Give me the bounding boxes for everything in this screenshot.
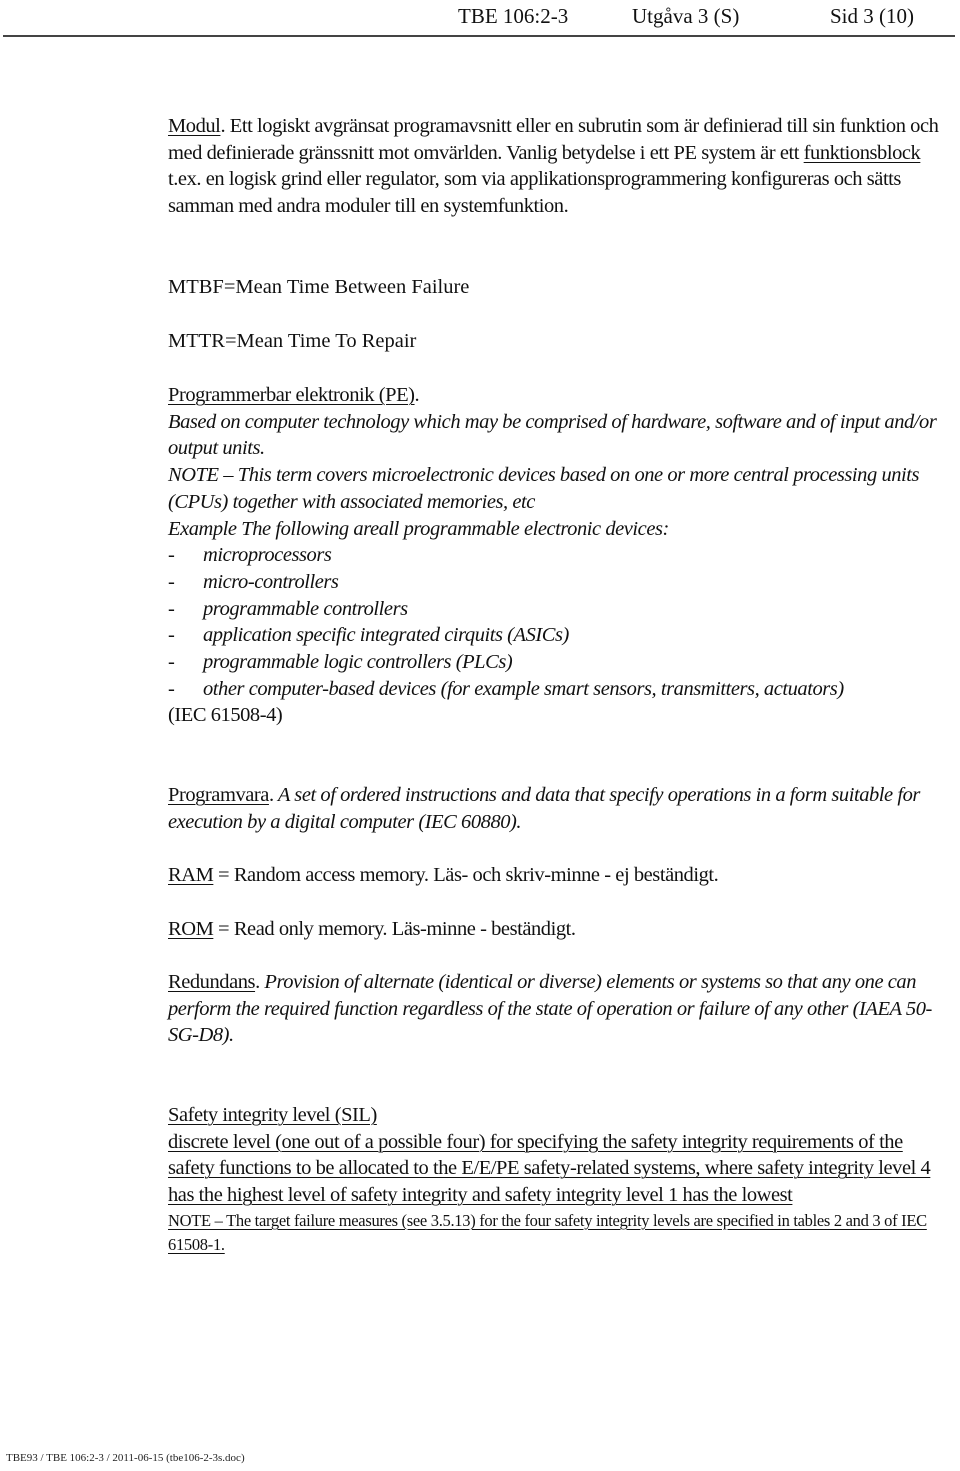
definition-mtbf: MTBF=Mean Time Between Failure xyxy=(168,276,470,298)
list-item: - application specific integrated cirquit… xyxy=(168,622,948,649)
list-item: - other computer-based devices (for examp… xyxy=(168,676,883,703)
term-ram: RAM xyxy=(168,864,214,886)
list-dash: - xyxy=(168,651,175,674)
sil-definition: discrete level (one out of a possible fo… xyxy=(168,1130,931,1207)
rom-definition: = Read only memory. Läs-minne - beständi… xyxy=(213,918,576,940)
term-rom: ROM xyxy=(168,918,214,940)
header-divider xyxy=(3,35,955,37)
list-dash: - xyxy=(168,570,175,593)
list-item-text: programmable logic controllers (PLCs) xyxy=(203,651,513,674)
list-item-text: application specific integrated cirquits… xyxy=(203,624,569,647)
list-item-text: other computer-based devices (for exampl… xyxy=(203,677,844,700)
term-pe: Programmerbar elektronik (PE) xyxy=(168,384,415,406)
pe-definition: Based on computer technology which may b… xyxy=(168,410,937,460)
term-programvara: Programvara xyxy=(168,784,269,806)
definition-mttr: MTTR=Mean Time To Repair xyxy=(168,330,417,352)
sil-title: Safety integrity level (SIL) xyxy=(168,1104,377,1126)
definition-programvara: Programvara. A set of ordered instructio… xyxy=(168,782,948,835)
page-footer: TBE93 / TBE 106:2-3 / 2011-06-15 (tbe106… xyxy=(6,1452,245,1464)
header-document-id: TBE 106:2-3 xyxy=(458,4,569,28)
list-dash: - xyxy=(168,544,175,567)
list-item: - micro-controllers xyxy=(168,569,948,596)
definition-redundans: Redundans. Provision of alternate (ident… xyxy=(168,969,948,1049)
list-item-text: micro-controllers xyxy=(203,570,339,593)
ram-definition: = Random access memory. Läs- och skriv-m… xyxy=(213,864,719,886)
term-redundans: Redundans xyxy=(168,971,256,993)
programvara-definition: A set of ordered instructions and data t… xyxy=(168,784,920,833)
definition-sil: Safety integrity level (SIL) discrete le… xyxy=(168,1102,948,1257)
header-page-number: Sid 3 (10) xyxy=(830,4,914,28)
list-dash: - xyxy=(168,677,175,700)
list-dash: - xyxy=(168,597,175,620)
list-item: - programmable logic controllers (PLCs) xyxy=(168,649,948,676)
list-item: - programmable controllers xyxy=(168,596,948,623)
definition-modul: Modul. Ett logiskt avgränsat programavsn… xyxy=(168,113,948,220)
pe-example-list: - microprocessors - micro-controllers - pro… xyxy=(168,542,948,702)
redundans-definition: Provision of alternate (identical or div… xyxy=(168,971,932,1047)
list-item-text: microprocessors xyxy=(203,544,332,567)
sil-note: NOTE – The target failure measures (see … xyxy=(168,1210,927,1254)
modul-text-2: t.ex. en logisk grind eller regulator, s… xyxy=(168,168,901,218)
pe-example-intro: Example The following areall programmabl… xyxy=(168,517,669,540)
pe-term-period: . xyxy=(414,384,420,406)
list-item: - microprocessors xyxy=(168,542,948,569)
definition-pe: Programmerbar elektronik (PE). Based on … xyxy=(168,382,948,729)
term-funktionsblock: funktionsblock xyxy=(803,141,921,164)
list-dash: - xyxy=(168,624,175,647)
list-item-text: programmable controllers xyxy=(203,597,408,620)
term-modul: Modul xyxy=(168,115,221,137)
pe-heading: Programmerbar elektronik (PE). xyxy=(168,382,948,409)
definition-ram: RAM = Random access memory. Läs- och skr… xyxy=(168,862,948,889)
definition-rom: ROM = Read only memory. Läs-minne - best… xyxy=(168,916,948,943)
page-header: TBE 106:2-3 Utgåva 3 (S) Sid 3 (10) xyxy=(0,2,960,36)
header-edition: Utgåva 3 (S) xyxy=(632,4,740,28)
pe-reference: (IEC 61508-4) xyxy=(168,704,283,727)
pe-note: NOTE – This term covers microelectronic … xyxy=(168,464,920,513)
